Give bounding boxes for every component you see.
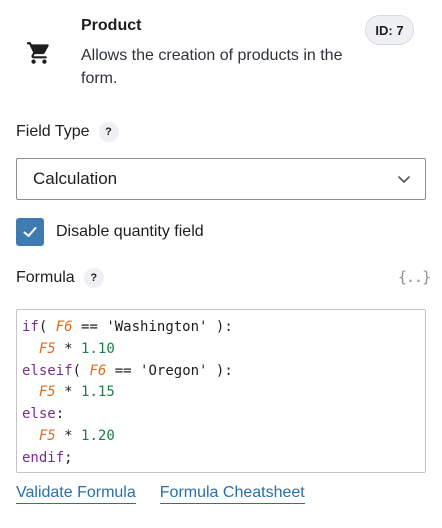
chevron-down-icon (398, 176, 410, 183)
formula-line: else: (22, 406, 65, 423)
formula-line: if( F6 == 'Washington' ): (22, 319, 233, 335)
field-type-label: Field Type (16, 123, 90, 140)
formula-editor[interactable]: if( F6 == 'Washington' ): F5 * 1.10 elsei… (16, 309, 426, 473)
product-header: Product Allows the creation of products … (0, 0, 442, 100)
formula-line: F5 * 1.15 (38, 384, 115, 401)
product-description: Allows the creation of products in the f… (81, 47, 343, 87)
checkmark-icon (23, 227, 37, 237)
formula-cheatsheet-link[interactable]: Formula Cheatsheet (159, 484, 305, 504)
formula-help-icon[interactable]: ? (83, 268, 104, 288)
field-type-select[interactable]: Calculation (16, 158, 426, 200)
formula-line: F5 * 1.20 (38, 427, 115, 444)
disable-quantity-row[interactable]: Disable quantity field (16, 218, 204, 246)
field-type-help-icon[interactable]: ? (98, 122, 119, 142)
shopping-cart-icon (27, 42, 49, 64)
formula-line: F5 * 1.10 (38, 340, 115, 357)
formula-line: endif; (22, 449, 73, 466)
field-type-selected-value: Calculation (33, 169, 118, 188)
formula-label-row: Formula ? (16, 268, 104, 288)
formula-label: Formula (16, 269, 75, 286)
product-title: Product (81, 17, 142, 34)
field-type-label-row: Field Type ? (16, 122, 119, 142)
formula-links: Validate Formula Formula Cheatsheet (16, 484, 305, 504)
insert-variable-icon[interactable]: {..} (398, 268, 431, 286)
disable-quantity-checkbox[interactable] (16, 218, 44, 246)
disable-quantity-label: Disable quantity field (56, 223, 204, 240)
validate-formula-link[interactable]: Validate Formula (16, 484, 136, 504)
formula-line: elseif( F6 == 'Oregon' ): (22, 362, 233, 379)
id-badge: ID: 7 (365, 15, 414, 45)
